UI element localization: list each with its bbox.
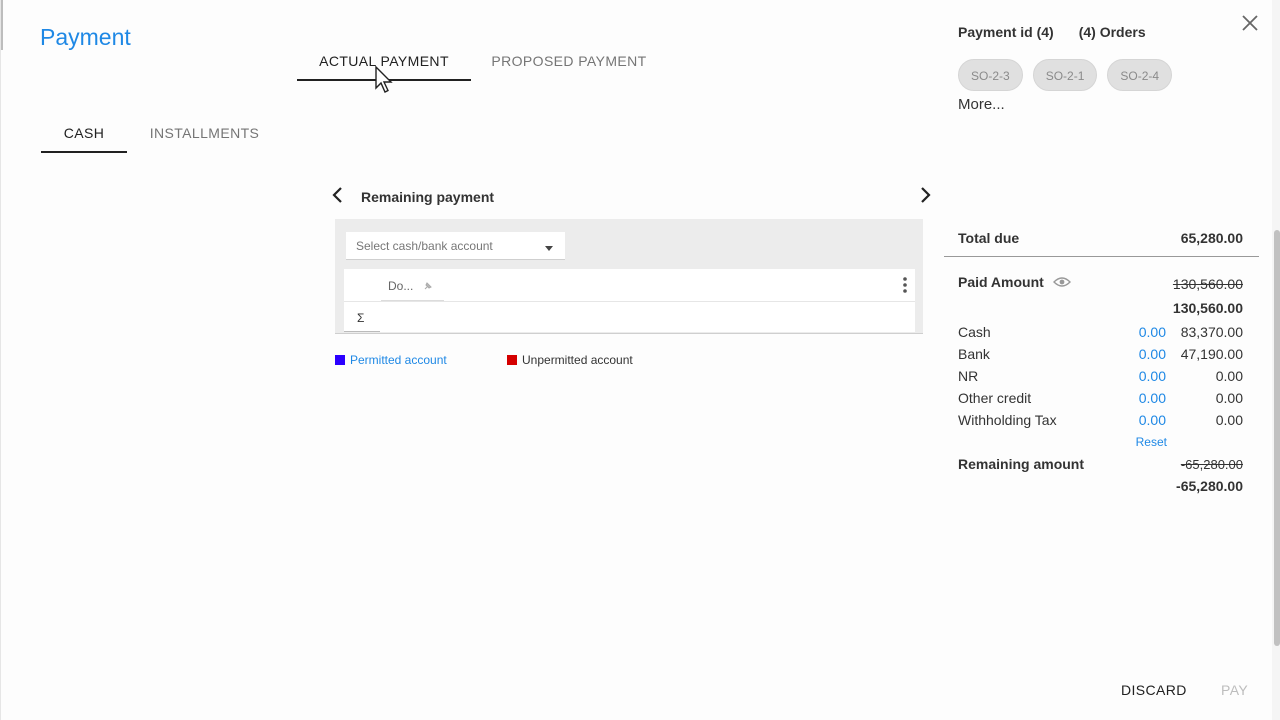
scrollbar-thumb[interactable] xyxy=(1274,230,1280,646)
line-label: Bank xyxy=(958,346,990,362)
line-value: 83,370.00 xyxy=(1180,324,1243,340)
line-value: 47,190.00 xyxy=(1180,346,1243,362)
line-label: Withholding Tax xyxy=(958,412,1057,428)
paid-amount-new: 130,560.00 xyxy=(1172,300,1243,316)
payment-info: Payment id (4) (4) Orders xyxy=(958,24,1146,40)
account-legend: Permitted account Unpermitted account xyxy=(335,353,633,367)
dialog-actions: DISCARD PAY xyxy=(1121,682,1248,698)
summary-line-other-credit: Other credit 0.00 0.00 xyxy=(958,390,1243,408)
legend-swatch xyxy=(335,355,345,365)
remaining-amount-old: -65,280.00 xyxy=(1180,457,1243,472)
total-due-label: Total due xyxy=(958,230,1020,246)
more-vert-icon[interactable] xyxy=(900,275,910,295)
chevron-left-icon[interactable] xyxy=(329,186,347,204)
line-input[interactable]: 0.00 xyxy=(1139,412,1166,428)
summary-line-bank: Bank 0.00 47,190.00 xyxy=(958,346,1243,364)
line-input[interactable]: 0.00 xyxy=(1139,346,1166,362)
line-input[interactable]: 0.00 xyxy=(1139,390,1166,406)
summary-line-withholding-tax: Withholding Tax 0.00 0.00 xyxy=(958,412,1243,430)
order-chip[interactable]: SO-2-4 xyxy=(1107,59,1173,91)
summary-line-nr: NR 0.00 0.00 xyxy=(958,368,1243,386)
line-input[interactable]: 0.00 xyxy=(1139,368,1166,384)
payment-grid-panel: Select cash/bank account Do... Σ xyxy=(335,219,923,334)
pin-icon[interactable] xyxy=(423,281,433,291)
tab-cash[interactable]: CASH xyxy=(41,116,127,153)
remaining-amount-label: Remaining amount xyxy=(958,456,1085,472)
line-label: Other credit xyxy=(958,390,1032,406)
legend-unpermitted: Unpermitted account xyxy=(507,353,633,367)
pay-button[interactable]: PAY xyxy=(1221,682,1248,698)
grid-divider xyxy=(344,301,915,302)
remaining-payment-title: Remaining payment xyxy=(361,189,495,205)
caret-down-icon xyxy=(545,246,553,251)
dialog-title: Payment xyxy=(40,24,131,50)
chevron-right-icon[interactable] xyxy=(916,186,934,204)
paid-amount-label: Paid Amount xyxy=(958,274,1071,290)
legend-label: Unpermitted account xyxy=(522,353,633,367)
summary-line-cash: Cash 0.00 83,370.00 xyxy=(958,324,1243,342)
legend-permitted: Permitted account xyxy=(335,353,507,367)
sigma-summary: Σ xyxy=(357,311,365,325)
legend-label: Permitted account xyxy=(350,353,447,367)
payment-method-tabs: CASH INSTALLMENTS xyxy=(41,116,282,153)
mouse-cursor-icon xyxy=(375,66,393,93)
payment-type-tabs: ACTUAL PAYMENT PROPOSED PAYMENT xyxy=(297,44,667,81)
column-header[interactable]: Do... xyxy=(381,269,444,301)
line-label: NR xyxy=(958,368,979,384)
order-chips: SO-2-3 SO-2-1 SO-2-4 xyxy=(958,59,1173,91)
payment-grid: Do... Σ xyxy=(344,269,915,332)
paid-amount-text: Paid Amount xyxy=(958,274,1044,290)
remaining-amount-new: -65,280.00 xyxy=(1176,478,1243,494)
line-value: 0.00 xyxy=(1215,390,1243,406)
total-due-row: Total due 65,280.00 xyxy=(958,230,1243,246)
paid-amount-old: 130,560.00 xyxy=(1172,276,1243,292)
payment-dialog: Payment ACTUAL PAYMENT PROPOSED PAYMENT … xyxy=(0,0,1280,720)
order-chip[interactable]: SO-2-3 xyxy=(958,59,1023,91)
reset-link[interactable]: Reset xyxy=(1136,435,1167,449)
legend-swatch xyxy=(507,355,517,365)
more-orders-link[interactable]: More... xyxy=(958,96,1005,113)
line-input[interactable]: 0.00 xyxy=(1139,324,1166,340)
total-due-value: 65,280.00 xyxy=(1180,230,1243,246)
orders-count: (4) Orders xyxy=(1078,24,1146,40)
cash-bank-account-select[interactable]: Select cash/bank account xyxy=(346,232,565,260)
select-placeholder: Select cash/bank account xyxy=(356,239,493,253)
left-edge xyxy=(1,0,3,50)
line-value: 0.00 xyxy=(1215,368,1243,384)
line-label: Cash xyxy=(958,324,991,340)
payment-id: Payment id (4) xyxy=(958,24,1054,40)
column-header-label: Do... xyxy=(388,279,414,293)
line-value: 0.00 xyxy=(1215,412,1243,428)
eye-icon[interactable] xyxy=(1052,276,1071,288)
tab-installments[interactable]: INSTALLMENTS xyxy=(127,116,282,153)
discard-button[interactable]: DISCARD xyxy=(1121,682,1221,698)
summary-divider xyxy=(344,331,380,332)
summary-divider xyxy=(944,256,1259,257)
tab-proposed-payment[interactable]: PROPOSED PAYMENT xyxy=(471,44,667,81)
order-chip[interactable]: SO-2-1 xyxy=(1032,59,1098,91)
close-icon[interactable] xyxy=(1239,12,1261,34)
